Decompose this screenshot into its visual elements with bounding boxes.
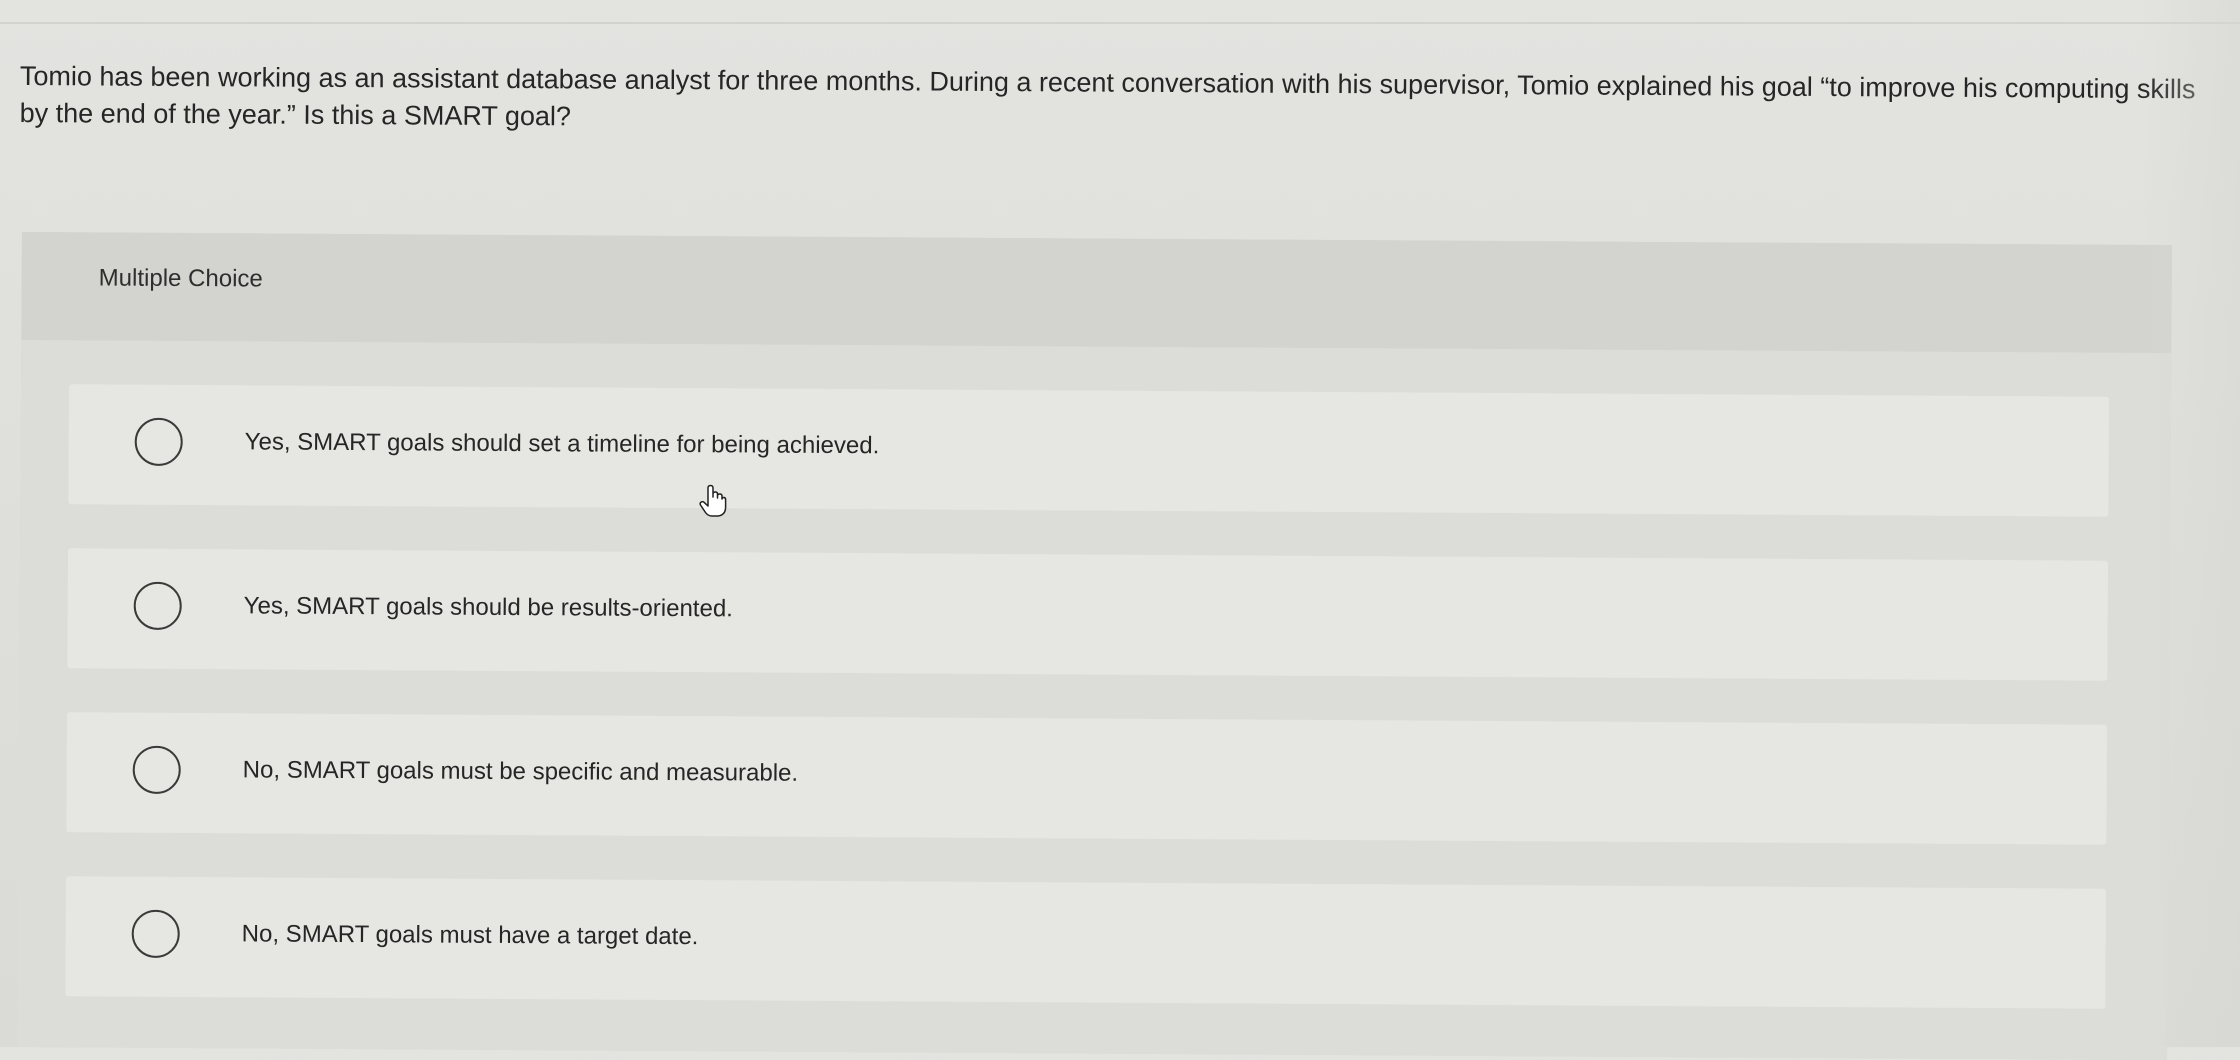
radio-button[interactable]	[134, 417, 183, 466]
top-divider	[0, 22, 2240, 24]
radio-button[interactable]	[131, 909, 180, 958]
multiple-choice-label: Multiple Choice	[98, 264, 263, 293]
option-3[interactable]: No, SMART goals must be specific and mea…	[66, 712, 2108, 845]
multiple-choice-card: Multiple Choice Yes, SMART goals should …	[17, 232, 2172, 1060]
hand-pointer-icon	[698, 484, 728, 518]
radio-button[interactable]	[132, 745, 181, 794]
option-label: No, SMART goals must have a target date.	[241, 920, 699, 951]
option-4[interactable]: No, SMART goals must have a target date.	[65, 876, 2107, 1009]
multiple-choice-header: Multiple Choice	[21, 232, 2172, 354]
option-2[interactable]: Yes, SMART goals should be results-orien…	[67, 548, 2109, 681]
option-label: No, SMART goals must be specific and mea…	[242, 756, 799, 787]
option-1[interactable]: Yes, SMART goals should set a timeline f…	[68, 384, 2110, 517]
options-list: Yes, SMART goals should set a timeline f…	[17, 339, 2172, 1060]
option-label: Yes, SMART goals should set a timeline f…	[244, 428, 880, 460]
question-text: Tomio has been working as an assistant d…	[19, 60, 2196, 132]
option-label: Yes, SMART goals should be results-orien…	[243, 592, 733, 623]
radio-button[interactable]	[133, 581, 182, 630]
